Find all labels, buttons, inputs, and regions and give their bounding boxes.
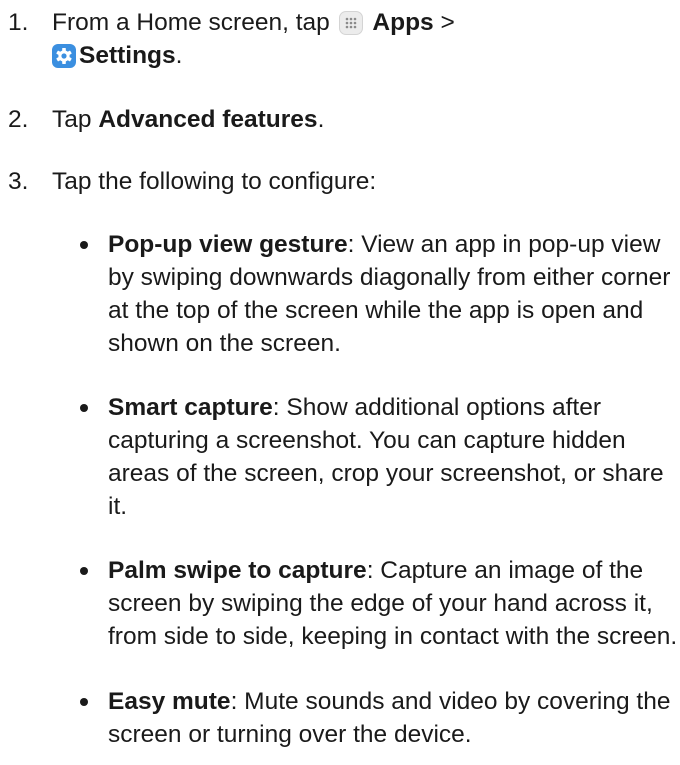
period: . [317, 106, 325, 133]
option-title: Easy mute [108, 688, 231, 715]
step-3: 3. Tap the following to configure: [0, 165, 680, 201]
apps-label: Apps [372, 9, 434, 36]
option-title: Smart capture [108, 394, 273, 421]
period: . [175, 42, 183, 69]
instruction-page: 1. From a Home screen, tap Apps > Settin… [0, 0, 680, 765]
apps-grid-icon [338, 11, 363, 35]
bullet-dot [80, 698, 88, 706]
option-text: Palm swipe to capture: Capture an image … [108, 554, 680, 653]
separator: > [440, 9, 455, 36]
option-title: Palm swipe to capture [108, 557, 367, 584]
step-text: Tap the following to configure: [52, 168, 377, 195]
step-text-lead: Tap [52, 106, 92, 133]
step-number: 1. [8, 9, 29, 36]
step-number: 2. [8, 106, 29, 133]
settings-gear-icon [52, 44, 76, 68]
settings-label: Settings [79, 42, 176, 69]
bullet-dot [80, 241, 88, 249]
step-text-lead: From a Home screen, tap [52, 9, 330, 36]
option-text: Smart capture: Show additional options a… [108, 391, 680, 523]
step-text: From a Home screen, tap Apps > Settings. [52, 6, 672, 72]
step-text: Tap Advanced features. [52, 103, 672, 136]
advanced-features-label: Advanced features [98, 106, 318, 133]
step-2: 2. Tap Advanced features. [0, 103, 680, 139]
step-number: 3. [8, 168, 29, 195]
option-text: Pop-up view gesture: View an app in pop-… [108, 228, 680, 360]
option-title: Pop-up view gesture [108, 231, 348, 258]
step-1: 1. From a Home screen, tap Apps > Settin… [0, 6, 680, 76]
bullet-dot [80, 404, 88, 412]
bullet-dot [80, 567, 88, 575]
option-text: Easy mute: Mute sounds and video by cove… [108, 685, 680, 751]
